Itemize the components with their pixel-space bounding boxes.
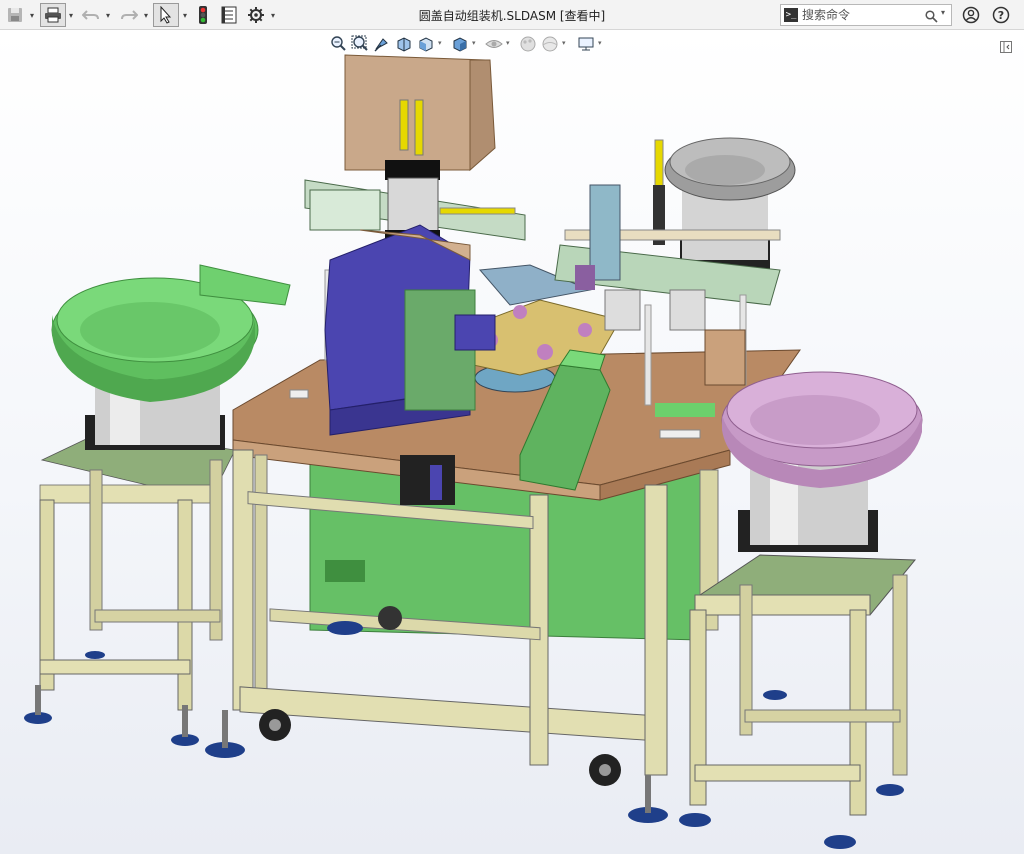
- apply-scene-icon[interactable]: [541, 35, 559, 53]
- graphics-area[interactable]: [0, 30, 1024, 854]
- search-box[interactable]: >_ ▾: [780, 4, 952, 26]
- svg-text:?: ?: [998, 9, 1004, 22]
- zoom-to-fit-icon[interactable]: [329, 35, 347, 53]
- view-toolbar: ▾ ▾ ▾ ▾ ▾: [325, 33, 615, 55]
- help-icon[interactable]: ?: [990, 3, 1012, 27]
- hide-show-dropdown-icon[interactable]: ▾: [506, 39, 510, 47]
- right-feeder-stand: [679, 554, 917, 849]
- user-account-icon[interactable]: [960, 3, 982, 27]
- edit-appearance-icon[interactable]: [519, 35, 537, 53]
- zoom-to-area-icon[interactable]: [351, 35, 369, 53]
- section-view-icon[interactable]: [395, 35, 413, 53]
- search-dropdown-icon[interactable]: ▾: [941, 8, 945, 17]
- previous-view-icon[interactable]: [373, 35, 391, 53]
- display-style-icon[interactable]: [451, 35, 469, 53]
- right-vibratory-bowl: [721, 371, 923, 552]
- title-bar: ▾ ▾ ▾ ▾ ▾ ▾ 圆盖自动组装机.SLDASM [查看中] >_ ▾ ?: [0, 0, 1024, 30]
- command-prompt-icon: >_: [784, 8, 798, 22]
- view-orientation-dropdown-icon[interactable]: ▾: [438, 39, 442, 47]
- view-orientation-icon[interactable]: [417, 35, 435, 53]
- task-pane-toggle-icon[interactable]: [1000, 38, 1012, 53]
- view-settings-icon[interactable]: [577, 35, 595, 53]
- left-feeder-stand: [24, 429, 236, 746]
- apply-scene-dropdown-icon[interactable]: ▾: [562, 39, 566, 47]
- hide-show-items-icon[interactable]: [485, 35, 503, 53]
- view-settings-dropdown-icon[interactable]: ▾: [598, 39, 602, 47]
- main-table: [205, 349, 801, 823]
- search-input[interactable]: [802, 6, 920, 24]
- display-style-dropdown-icon[interactable]: ▾: [472, 39, 476, 47]
- assembly-model[interactable]: [0, 30, 1024, 854]
- search-icon[interactable]: [925, 8, 938, 27]
